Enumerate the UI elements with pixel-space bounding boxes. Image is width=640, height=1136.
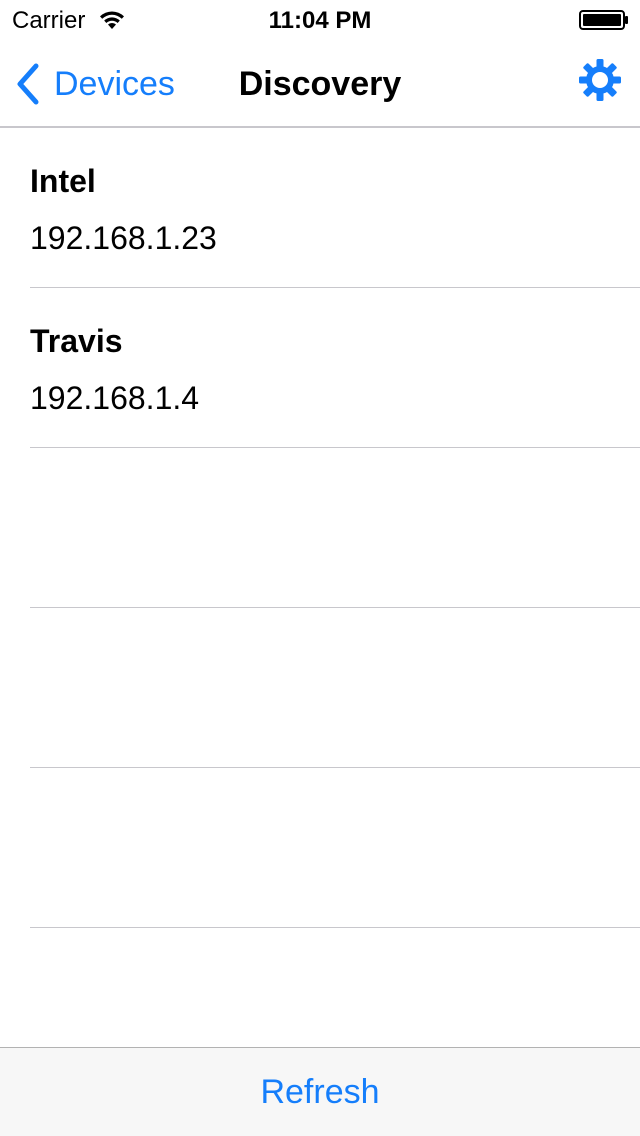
- empty-row: [0, 768, 640, 928]
- row-divider: [30, 927, 640, 928]
- gear-icon[interactable]: [578, 58, 622, 102]
- list-item[interactable]: Intel 192.168.1.23: [0, 128, 640, 288]
- status-bar: Carrier 11:04 PM: [0, 0, 640, 40]
- device-name: Intel: [30, 163, 96, 199]
- page-title: Discovery: [238, 65, 402, 103]
- list-item[interactable]: Travis 192.168.1.4: [0, 288, 640, 448]
- navigation-bar: Devices Discovery: [0, 40, 640, 128]
- refresh-button[interactable]: Refresh: [0, 1072, 640, 1112]
- device-list: Intel 192.168.1.23 Travis 192.168.1.4: [0, 128, 640, 928]
- clock: 11:04 PM: [268, 7, 372, 34]
- discovery-screen: Carrier 11:04 PM Devices Discovery Intel…: [0, 0, 640, 1136]
- battery-icon: [579, 10, 628, 30]
- empty-row: [0, 608, 640, 768]
- device-name: Travis: [30, 323, 123, 359]
- empty-row: [0, 448, 640, 608]
- device-ip: 192.168.1.23: [30, 220, 217, 256]
- bottom-toolbar: Refresh: [0, 1047, 640, 1136]
- device-ip: 192.168.1.4: [30, 380, 200, 416]
